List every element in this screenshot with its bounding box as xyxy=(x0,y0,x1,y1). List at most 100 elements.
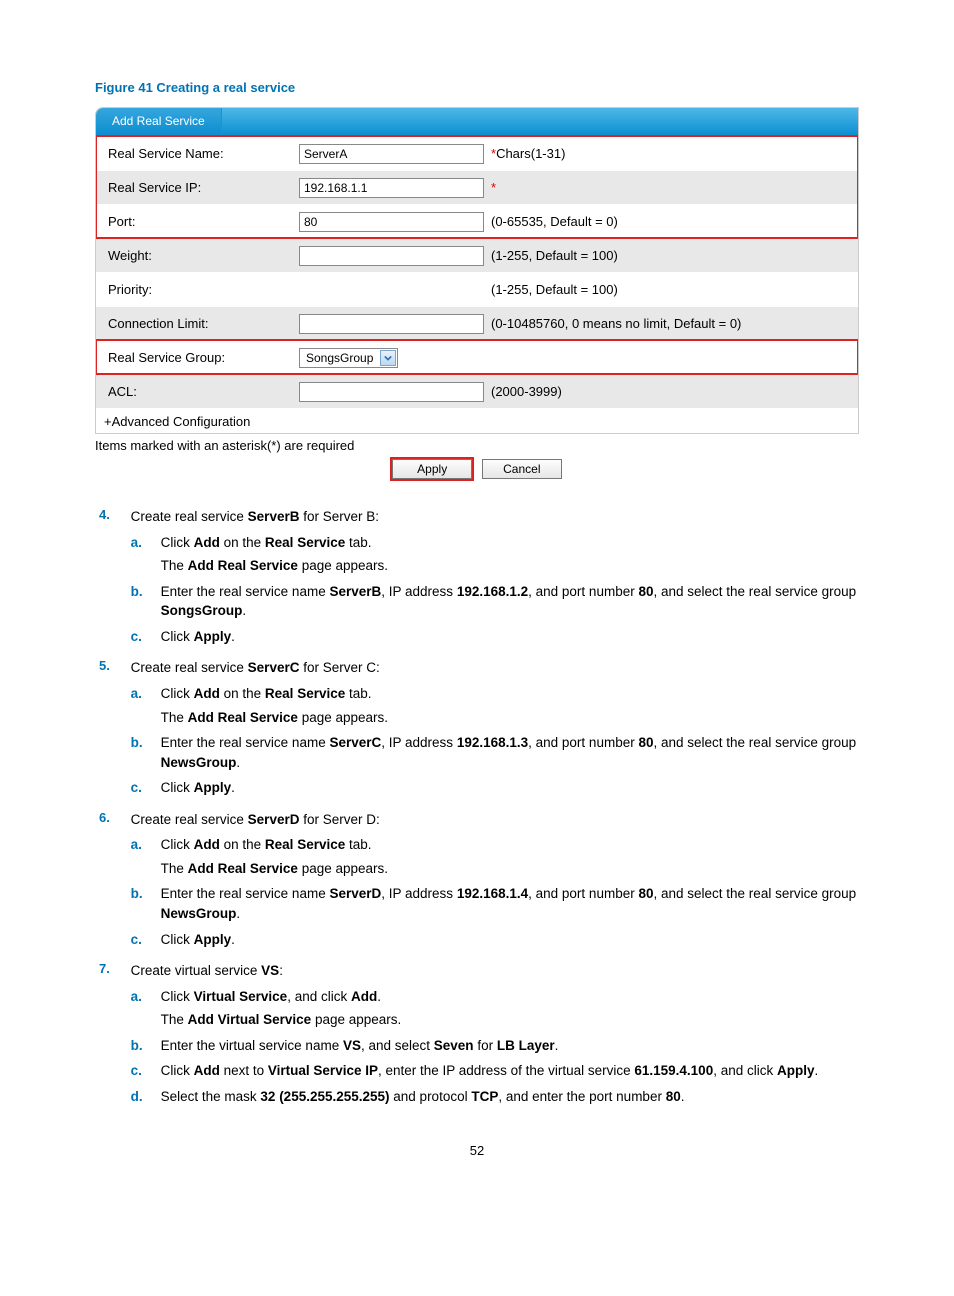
t: NewsGroup xyxy=(161,906,237,921)
m: b. xyxy=(131,733,143,753)
t: ServerB xyxy=(248,509,300,524)
m: c. xyxy=(131,627,142,647)
t: Click xyxy=(161,932,194,947)
t: . xyxy=(231,932,235,947)
label-weight: Weight: xyxy=(104,248,299,263)
t: , and click xyxy=(713,1063,777,1078)
step-6c: c. Click Apply. xyxy=(131,930,859,950)
row-weight: Weight: (1-255, Default = 100) xyxy=(96,238,858,272)
m: b. xyxy=(131,884,143,904)
step-7b: b. Enter the virtual service name VS, an… xyxy=(131,1036,859,1056)
t: . xyxy=(681,1089,685,1104)
t: page appears. xyxy=(298,558,388,573)
t: , and select the real service group xyxy=(654,735,857,750)
t: next to xyxy=(220,1063,268,1078)
input-weight[interactable] xyxy=(299,246,484,266)
t: . xyxy=(236,906,240,921)
t: Create virtual service xyxy=(131,963,262,978)
t: Real Service xyxy=(265,686,345,701)
row-priority: Priority: (1-255, Default = 100) xyxy=(96,272,858,306)
figure-caption: Figure 41 Creating a real service xyxy=(95,80,859,95)
t: Add Real Service xyxy=(188,861,298,876)
m: c. xyxy=(131,778,142,798)
input-real-service-ip[interactable] xyxy=(299,178,484,198)
t: . xyxy=(815,1063,819,1078)
page-number: 52 xyxy=(95,1143,859,1158)
t: Click xyxy=(161,837,194,852)
cancel-button[interactable]: Cancel xyxy=(482,459,562,479)
tab-add-real-service[interactable]: Add Real Service xyxy=(96,108,222,136)
tab-bar-fill xyxy=(222,108,858,136)
row-acl: ACL: (2000-3999) xyxy=(96,374,858,408)
t: Enter the virtual service name xyxy=(161,1038,343,1053)
required-footnote: Items marked with an asterisk(*) are req… xyxy=(95,438,859,453)
t: Create real service xyxy=(131,660,248,675)
t: Apply xyxy=(194,932,232,947)
t: , IP address xyxy=(381,886,457,901)
m: a. xyxy=(131,533,142,553)
t: page appears. xyxy=(311,1012,401,1027)
input-connection-limit[interactable] xyxy=(299,314,484,334)
t: Enter the real service name xyxy=(161,886,330,901)
hint-priority: (1-255, Default = 100) xyxy=(489,282,850,297)
t: Add xyxy=(194,535,220,550)
step-6: 6. Create real service ServerD for Serve… xyxy=(99,810,859,955)
t: . xyxy=(242,603,246,618)
highlighted-group-bottom: Real Service Group: SongsGroup xyxy=(96,340,858,374)
t: , and port number xyxy=(528,584,638,599)
t: The xyxy=(161,558,188,573)
t: Create real service xyxy=(131,812,248,827)
input-real-service-name[interactable] xyxy=(299,144,484,164)
t: , and select xyxy=(361,1038,434,1053)
t: , and enter the port number xyxy=(498,1089,665,1104)
step-6a: a. Click Add on the Real Service tab. Th… xyxy=(131,835,859,878)
step-5c: c. Click Apply. xyxy=(131,778,859,798)
t: , IP address xyxy=(381,735,457,750)
t: Add Real Service xyxy=(188,558,298,573)
add-real-service-dialog: Add Real Service Real Service Name: *Cha… xyxy=(95,107,859,434)
t: : xyxy=(279,963,283,978)
t: Apply xyxy=(194,629,232,644)
t: , and click xyxy=(287,989,351,1004)
t: ServerD xyxy=(248,812,300,827)
t: 80 xyxy=(638,735,653,750)
input-acl[interactable] xyxy=(299,382,484,402)
m: a. xyxy=(131,987,142,1007)
t: , and port number xyxy=(528,735,638,750)
advanced-config-toggle[interactable]: +Advanced Configuration xyxy=(96,408,858,433)
step-7a: a. Click Virtual Service, and click Add.… xyxy=(131,987,859,1030)
t: Real Service xyxy=(265,837,345,852)
hint-acl: (2000-3999) xyxy=(489,384,850,399)
t: The xyxy=(161,710,188,725)
step-7d: d. Select the mask 32 (255.255.255.255) … xyxy=(131,1087,859,1107)
m: a. xyxy=(131,835,142,855)
m: c. xyxy=(131,1061,142,1081)
t: tab. xyxy=(345,535,371,550)
t: Add Virtual Service xyxy=(188,1012,312,1027)
t: for Server B: xyxy=(299,509,379,524)
step-7: 7. Create virtual service VS: a. Click V… xyxy=(99,961,859,1112)
t: Add xyxy=(194,686,220,701)
step-5: 5. Create real service ServerC for Serve… xyxy=(99,658,859,803)
select-real-service-group[interactable]: SongsGroup xyxy=(299,348,398,368)
button-row: Apply Cancel xyxy=(95,459,859,479)
step-5-num: 5. xyxy=(99,658,127,673)
t: The xyxy=(161,861,188,876)
t: Select the mask xyxy=(161,1089,261,1104)
label-acl: ACL: xyxy=(104,384,299,399)
t: The xyxy=(161,1012,188,1027)
step-6b: b. Enter the real service name ServerD, … xyxy=(131,884,859,923)
t: for Server C: xyxy=(299,660,379,675)
apply-button[interactable]: Apply xyxy=(392,459,472,479)
steps-list: 4. Create real service ServerB for Serve… xyxy=(95,507,859,1113)
t: VS xyxy=(261,963,279,978)
hint-connlimit: (0-10485760, 0 means no limit, Default =… xyxy=(489,316,850,331)
t: Enter the real service name xyxy=(161,735,330,750)
step-5b: b. Enter the real service name ServerC, … xyxy=(131,733,859,772)
t: ServerC xyxy=(248,660,300,675)
t: Apply xyxy=(194,780,232,795)
t: . xyxy=(231,780,235,795)
t: Add xyxy=(351,989,377,1004)
label-priority: Priority: xyxy=(104,282,299,297)
input-port[interactable] xyxy=(299,212,484,232)
